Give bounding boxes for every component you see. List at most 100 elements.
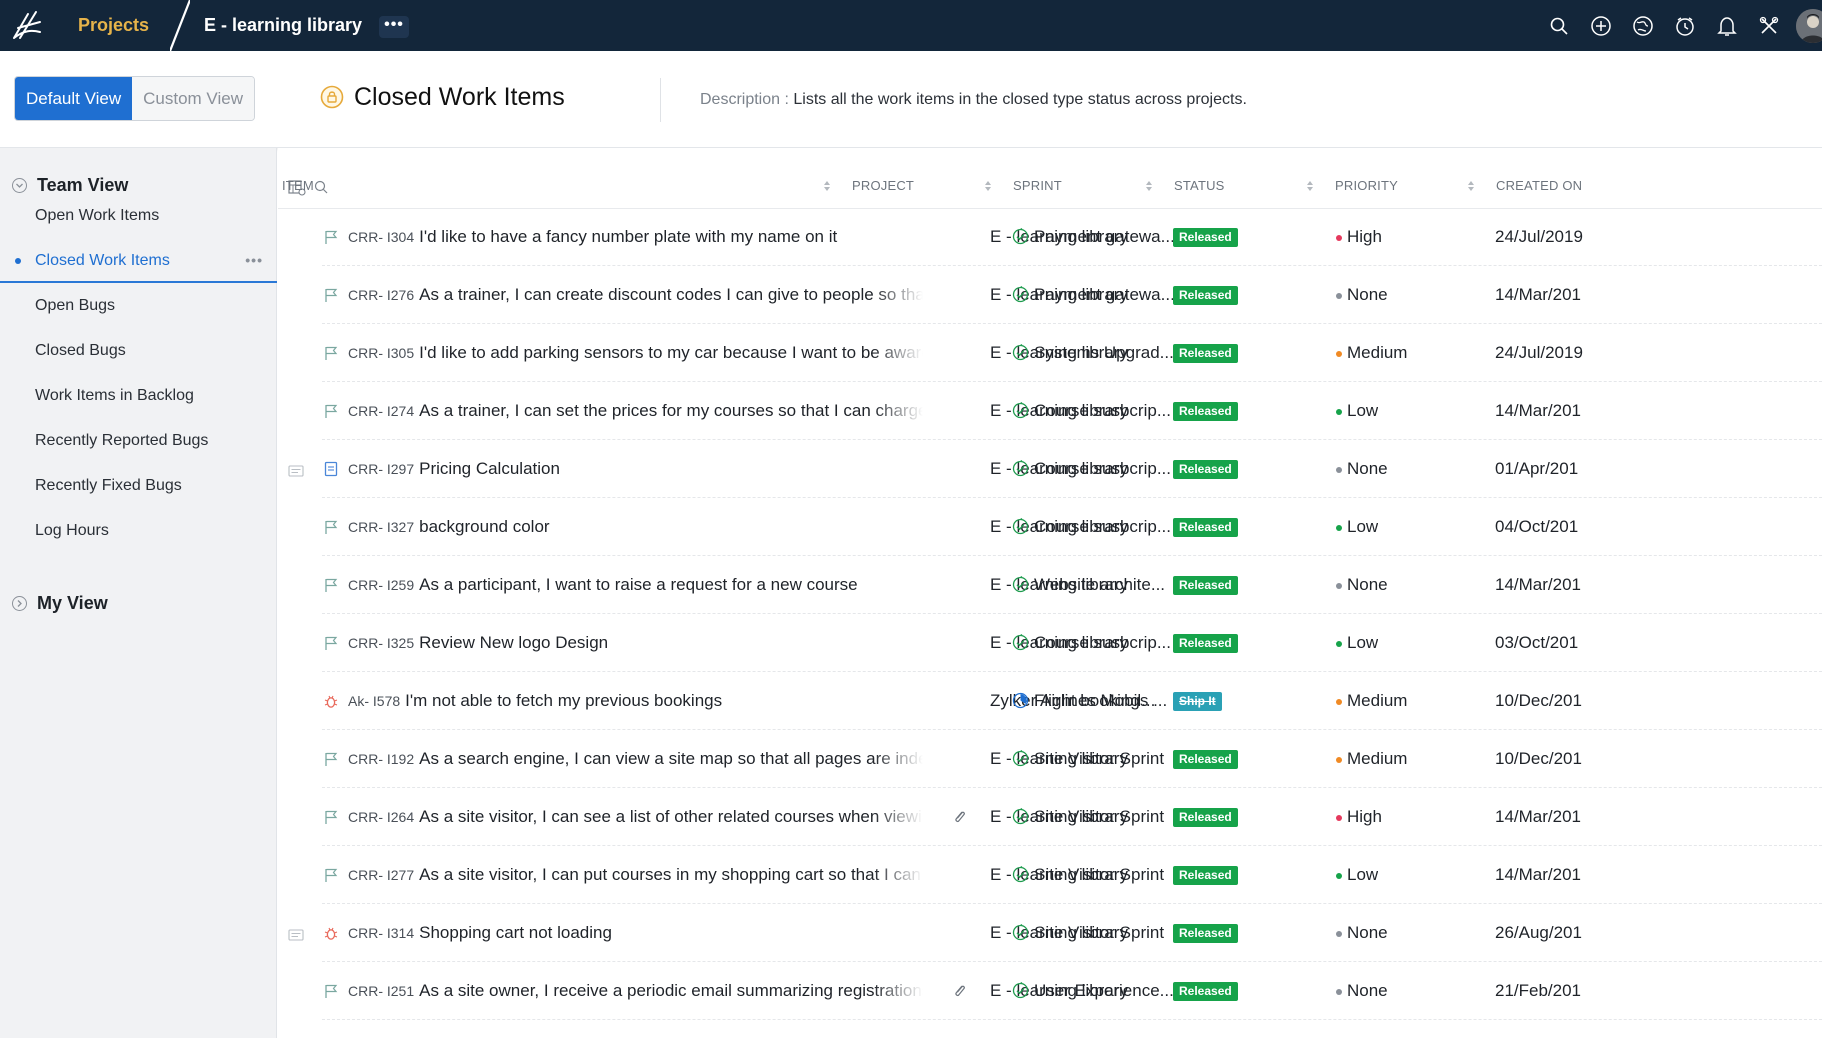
- my-view-section[interactable]: My View: [12, 593, 108, 614]
- item-cell[interactable]: CRR- I264 As a site visitor, I can see a …: [348, 807, 923, 827]
- sprint-cell[interactable]: Site Visitor Sprint: [1034, 923, 1174, 943]
- sprint-cell[interactable]: Flight bookings ...: [1034, 691, 1174, 711]
- item-title[interactable]: I'm not able to fetch my previous bookin…: [405, 691, 722, 710]
- collapse-chevron-icon[interactable]: [12, 178, 27, 193]
- sprint-cell[interactable]: Website archite...: [1034, 575, 1174, 595]
- custom-view-button[interactable]: Custom View: [132, 77, 254, 120]
- item-title[interactable]: I'd like to add parking sensors to my ca…: [419, 343, 923, 362]
- sidebar-item[interactable]: Open Work Items: [0, 193, 277, 238]
- table-row[interactable]: CRR- I277 As a site visitor, I can put co…: [278, 846, 1822, 904]
- sprint-cell[interactable]: Site Visitor Sprint: [1034, 749, 1174, 769]
- column-header-status[interactable]: STATUS: [1174, 178, 1225, 193]
- item-cell[interactable]: CRR- I277 As a site visitor, I can put co…: [348, 865, 923, 885]
- status-badge[interactable]: Ship It: [1173, 692, 1222, 711]
- timer-icon[interactable]: [1664, 0, 1706, 51]
- globe-icon[interactable]: [1622, 0, 1664, 51]
- priority-cell[interactable]: Low: [1347, 401, 1378, 421]
- item-id[interactable]: CRR- I251: [348, 983, 414, 999]
- item-title[interactable]: I'd like to have a fancy number plate wi…: [419, 227, 837, 246]
- status-badge[interactable]: Released: [1173, 460, 1238, 479]
- sprint-cell[interactable]: Course susbcrip...: [1034, 459, 1174, 479]
- column-header-created-on[interactable]: CREATED ON: [1496, 178, 1582, 193]
- table-row[interactable]: CRR- I297 Pricing Calculation E - learning…: [278, 440, 1822, 498]
- priority-cell[interactable]: None: [1347, 575, 1388, 595]
- sprint-cell[interactable]: Site Visitor Sprint: [1034, 807, 1174, 827]
- comment-icon[interactable]: [288, 928, 304, 941]
- attachment-icon[interactable]: [953, 983, 967, 999]
- sort-priority-icon[interactable]: [1467, 180, 1475, 192]
- table-row[interactable]: CRR- I264 As a site visitor, I can see a …: [278, 788, 1822, 846]
- item-id[interactable]: CRR- I325: [348, 635, 414, 651]
- priority-cell[interactable]: Medium: [1347, 691, 1407, 711]
- current-project-name[interactable]: E - learning library: [204, 15, 362, 36]
- table-row[interactable]: CRR- I251 As a site owner, I receive a pe…: [278, 962, 1822, 1020]
- status-badge[interactable]: Released: [1173, 750, 1238, 769]
- item-cell[interactable]: CRR- I259 As a participant, I want to rai…: [348, 575, 948, 595]
- status-badge[interactable]: Released: [1173, 402, 1238, 421]
- table-row[interactable]: CRR- I327 background color E - learning li…: [278, 498, 1822, 556]
- table-row[interactable]: CRR- I325 Review New logo Design E - learn…: [278, 614, 1822, 672]
- sidebar-item[interactable]: Recently Fixed Bugs: [0, 463, 277, 508]
- item-title[interactable]: As a participant, I want to raise a requ…: [419, 575, 857, 594]
- sidebar-item-more-button[interactable]: •••: [245, 238, 263, 283]
- item-title[interactable]: As a trainer, I can set the prices for m…: [419, 401, 923, 420]
- priority-cell[interactable]: Low: [1347, 517, 1378, 537]
- item-cell[interactable]: CRR- I327 background color: [348, 517, 948, 537]
- add-icon[interactable]: [1580, 0, 1622, 51]
- status-badge[interactable]: Released: [1173, 344, 1238, 363]
- table-row[interactable]: Ak- I578 I'm not able to fetch my previou…: [278, 672, 1822, 730]
- sprint-cell[interactable]: Systems Upgrad...: [1034, 343, 1174, 363]
- priority-cell[interactable]: Medium: [1347, 343, 1407, 363]
- sprint-cell[interactable]: Course susbcrip...: [1034, 517, 1174, 537]
- tools-icon[interactable]: [1748, 0, 1790, 51]
- comment-icon[interactable]: [288, 464, 304, 477]
- priority-cell[interactable]: Low: [1347, 633, 1378, 653]
- notification-bell-icon[interactable]: [1706, 0, 1748, 51]
- item-title[interactable]: As a trainer, I can create discount code…: [419, 285, 923, 304]
- item-cell[interactable]: CRR- I305 I'd like to add parking sensors…: [348, 343, 923, 363]
- item-id[interactable]: CRR- I327: [348, 519, 414, 535]
- sidebar-item[interactable]: Closed Work Items •••: [0, 238, 277, 283]
- sidebar-item[interactable]: Work Items in Backlog: [0, 373, 277, 418]
- projects-link[interactable]: Projects: [78, 15, 149, 36]
- sprint-cell[interactable]: User Experience...: [1034, 981, 1174, 1001]
- expand-chevron-icon[interactable]: [12, 596, 27, 611]
- status-badge[interactable]: Released: [1173, 576, 1238, 595]
- priority-cell[interactable]: None: [1347, 981, 1388, 1001]
- sort-project-icon[interactable]: [984, 180, 992, 192]
- priority-cell[interactable]: Low: [1347, 865, 1378, 885]
- item-title[interactable]: Pricing Calculation: [419, 459, 560, 478]
- sidebar-item[interactable]: Recently Reported Bugs: [0, 418, 277, 463]
- project-more-button[interactable]: •••: [379, 16, 409, 38]
- item-id[interactable]: Ak- I578: [348, 693, 400, 709]
- item-title[interactable]: Review New logo Design: [419, 633, 608, 652]
- table-row[interactable]: CRR- I274 As a trainer, I can set the pri…: [278, 382, 1822, 440]
- item-id[interactable]: CRR- I304: [348, 229, 414, 245]
- item-title[interactable]: As a site owner, I receive a periodic em…: [419, 981, 923, 1000]
- default-view-button[interactable]: Default View: [15, 77, 133, 120]
- item-cell[interactable]: CRR- I314 Shopping cart not loading: [348, 923, 948, 943]
- item-title[interactable]: As a site visitor, I can see a list of o…: [419, 807, 923, 826]
- item-id[interactable]: CRR- I192: [348, 751, 414, 767]
- table-row[interactable]: CRR- I276 As a trainer, I can create disc…: [278, 266, 1822, 324]
- sidebar-item[interactable]: Closed Bugs: [0, 328, 277, 373]
- item-cell[interactable]: CRR- I192 As a search engine, I can view …: [348, 749, 923, 769]
- item-title[interactable]: Shopping cart not loading: [419, 923, 612, 942]
- sidebar-item[interactable]: Open Bugs: [0, 283, 277, 328]
- user-avatar[interactable]: [1796, 8, 1822, 43]
- priority-cell[interactable]: High: [1347, 227, 1382, 247]
- sprint-cell[interactable]: Course susbcrip...: [1034, 401, 1174, 421]
- status-badge[interactable]: Released: [1173, 982, 1238, 1001]
- item-id[interactable]: CRR- I277: [348, 867, 414, 883]
- item-title[interactable]: As a search engine, I can view a site ma…: [419, 749, 923, 768]
- item-cell[interactable]: CRR- I325 Review New logo Design: [348, 633, 948, 653]
- status-badge[interactable]: Released: [1173, 518, 1238, 537]
- sort-status-icon[interactable]: [1306, 180, 1314, 192]
- status-badge[interactable]: Released: [1173, 634, 1238, 653]
- item-cell[interactable]: CRR- I251 As a site owner, I receive a pe…: [348, 981, 923, 1001]
- status-badge[interactable]: Released: [1173, 808, 1238, 827]
- item-id[interactable]: CRR- I297: [348, 461, 414, 477]
- item-id[interactable]: CRR- I314: [348, 925, 414, 941]
- priority-cell[interactable]: None: [1347, 459, 1388, 479]
- table-row[interactable]: CRR- I305 I'd like to add parking sensors…: [278, 324, 1822, 382]
